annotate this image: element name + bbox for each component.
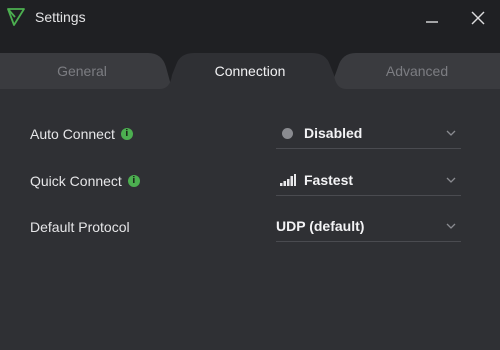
- chevron-down-icon: [446, 130, 456, 136]
- close-button[interactable]: [460, 0, 496, 35]
- quick-connect-select[interactable]: Fastest: [276, 165, 461, 196]
- default-protocol-value: UDP (default): [276, 218, 365, 234]
- auto-connect-value: Disabled: [304, 125, 363, 141]
- status-dot-icon: [282, 127, 293, 139]
- default-protocol-row-label: Default Protocol: [30, 219, 130, 235]
- default-protocol-select[interactable]: UDP (default): [276, 211, 461, 242]
- minimize-button[interactable]: [414, 0, 450, 35]
- window-title: Settings: [35, 9, 86, 25]
- info-icon[interactable]: i: [120, 128, 133, 140]
- app-logo-icon: [7, 8, 25, 26]
- chevron-down-icon: [446, 177, 456, 183]
- quick-connect-row-label: Quick Connect i: [30, 173, 140, 189]
- tab-general[interactable]: General: [22, 63, 142, 79]
- signal-bars-icon: [280, 174, 296, 186]
- chevron-down-icon: [446, 223, 456, 229]
- minimize-icon: [426, 20, 438, 23]
- tab-connection[interactable]: Connection: [190, 63, 310, 79]
- tab-shapes: [0, 53, 500, 89]
- auto-connect-row-label: Auto Connect i: [30, 126, 133, 142]
- quick-connect-value: Fastest: [304, 172, 354, 188]
- default-protocol-label: Default Protocol: [30, 219, 130, 235]
- quick-connect-label: Quick Connect: [30, 173, 122, 189]
- info-icon[interactable]: i: [127, 175, 140, 187]
- settings-panel: Auto Connect i Disabled Quick Connect i …: [0, 89, 500, 350]
- auto-connect-label: Auto Connect: [30, 126, 115, 142]
- close-icon: [471, 11, 485, 24]
- tab-strip: General Connection Advanced: [0, 35, 500, 89]
- title-bar: Settings: [0, 0, 500, 35]
- auto-connect-select[interactable]: Disabled: [276, 118, 461, 149]
- tab-advanced[interactable]: Advanced: [357, 63, 477, 79]
